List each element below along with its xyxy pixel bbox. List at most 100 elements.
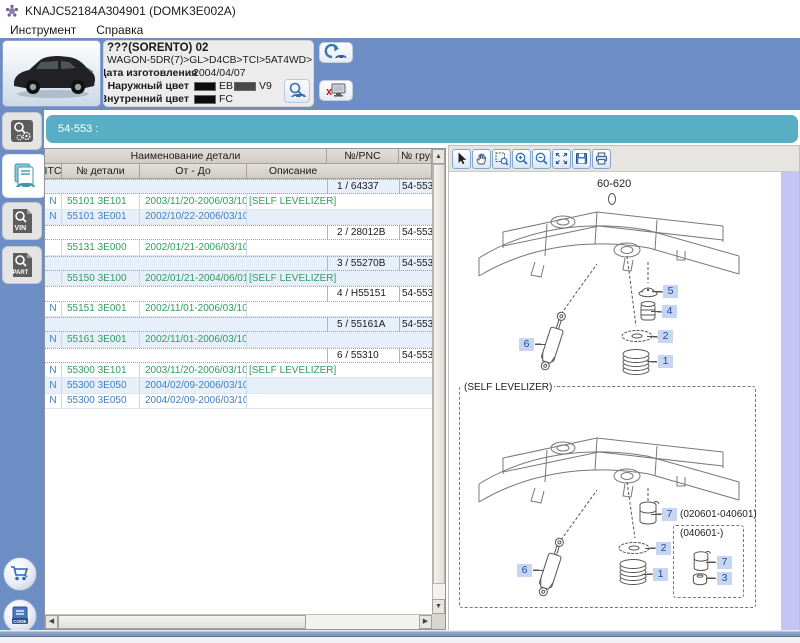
cell-group [399,332,432,346]
callout-1-bottom[interactable]: 1 [653,568,668,581]
cell-description [247,302,327,316]
header-part-no[interactable]: № детали [62,164,140,179]
cell-pnc: 1 / 64337 [327,180,399,193]
vehicle-photo-image [3,41,100,106]
table-row[interactable]: 1 / 64337 54-553 [45,179,432,194]
table-row[interactable]: 3 / 55270B 54-553 [45,256,432,271]
cart-icon [10,565,30,583]
save-tool-button[interactable] [572,149,591,169]
header-part-name[interactable]: Наименование детали [45,149,327,164]
header-group-no[interactable]: № груп [399,149,432,164]
header-from-to[interactable]: От - До [140,164,247,179]
cell-itc: N [45,302,62,316]
table-row[interactable]: 2 / 28012B 54-553 [45,225,432,240]
sidebar-tab-part-search[interactable]: PART [2,246,42,284]
cell-date-range: 2002/01/21-2004/06/01 [140,271,247,285]
callout-2[interactable]: 2 [658,330,673,343]
header-pnc[interactable]: №/PNC [327,149,399,164]
table-row[interactable]: N 55300 3E050 2004/02/09-2006/03/10 [45,394,432,409]
code-button[interactable]: CODE [3,599,37,633]
fit-screen-tool-button[interactable] [552,149,571,169]
table-header-row-2: ITC № детали От - До Описание [45,164,445,179]
vehicle-info-panel: ???(SORENTO) 02 WAGON-5DR(7)>GL>D4CB>TCI… [103,40,314,107]
table-row[interactable]: N 55151 3E001 2002/11/01-2006/03/10 [45,302,432,317]
diagram-canvas[interactable]: 60-620 5 4 2 1 6 (SELF LEVELIZER) 7 (020… [449,172,781,631]
table-scroll-up-button[interactable]: ▲ [432,149,445,164]
search-config-icon [9,118,35,144]
cell-group [399,394,432,408]
hscroll-right-arrow[interactable]: ▶ [419,615,432,629]
cell-description [247,378,327,392]
table-row[interactable]: N 55300 3E101 2003/11/20-2006/03/10 [SEL… [45,363,432,378]
table-row[interactable]: 5 / 55161A 54-553 [45,317,432,332]
hscroll-thumb[interactable] [58,615,306,629]
cell-description [247,210,327,224]
table-row[interactable]: 4 / H55151 54-553 [45,286,432,301]
exit-catalog-button[interactable]: x [319,80,353,101]
zoom-out-icon [534,151,549,166]
callout-6[interactable]: 6 [519,338,534,351]
hscroll-left-arrow[interactable]: ◀ [45,615,58,629]
color-search-button[interactable] [284,79,310,103]
menu-help[interactable]: Справка [86,23,153,37]
cell-description [247,257,327,270]
diagram-toolbar [449,146,799,172]
mfg-date-value: 2004/04/07 [193,67,246,80]
table-row[interactable]: N 55101 3E101 2003/11/20-2006/03/10 [SEL… [45,194,432,209]
zoom-out-tool-button[interactable] [532,149,551,169]
menu-tool[interactable]: Инструмент [0,23,86,37]
cell-group: 54-553 [399,349,432,362]
vehicle-header: ???(SORENTO) 02 WAGON-5DR(7)>GL>D4CB>TCI… [0,38,800,110]
cell-part-number: 55300 3E050 [62,378,140,392]
callout-3-inner[interactable]: 3 [717,572,732,585]
cell-description [247,349,327,362]
hscroll-track[interactable] [306,615,419,629]
cell-part-number [62,318,140,331]
table-vertical-scrollbar[interactable] [432,164,445,601]
header-description[interactable]: Описание [247,164,432,179]
callout-4[interactable]: 4 [662,305,677,318]
reselect-vehicle-button[interactable] [319,42,353,63]
cell-description [247,287,327,300]
callout-6-bottom[interactable]: 6 [517,564,532,577]
app-icon [5,4,19,18]
table-horizontal-scrollbar[interactable]: ◀ ▶ [45,614,432,629]
cell-part-number: 55300 3E101 [62,363,140,377]
table-vertical-scrollbar-thumb[interactable] [433,164,445,584]
cell-pnc: 4 / H55151 [327,287,399,300]
cell-date-range: 2002/10/22-2006/03/10 [140,210,247,224]
zoom-in-tool-button[interactable] [512,149,531,169]
cell-pnc [327,394,399,408]
section-tab-bar[interactable]: 54-553 : [46,115,798,143]
sidebar-tab-vin-search[interactable]: VIN [2,202,42,240]
vin-search-icon: VIN [9,207,35,235]
diagram-vertical-scrollbar[interactable] [781,172,799,631]
header-itc[interactable]: ITC [45,164,62,179]
sidebar-tab-search-config[interactable] [2,112,42,150]
pointer-icon [454,151,469,166]
callout-2-bottom[interactable]: 2 [656,542,671,555]
table-row[interactable]: N 55300 3E050 2004/02/09-2006/03/10 [45,378,432,393]
table-row[interactable]: 6 / 55310 54-553 [45,348,432,363]
callout-7-top[interactable]: 7 [662,508,677,521]
cell-date-range [140,287,247,300]
table-scroll-down-button[interactable]: ▼ [432,599,445,614]
table-row[interactable]: 55150 3E100 2002/01/21-2004/06/01 [SELF … [45,271,432,286]
sidebar-tab-catalog[interactable] [2,154,46,198]
zoom-area-tool-button[interactable] [492,149,511,169]
callout-5[interactable]: 5 [663,285,678,298]
table-row[interactable]: N 55101 3E001 2002/10/22-2006/03/10 [45,210,432,225]
table-row[interactable]: 55131 3E000 2002/01/21-2006/03/10 [45,240,432,255]
print-tool-button[interactable] [592,149,611,169]
cell-date-range: 2002/11/01-2006/03/10 [140,302,247,316]
callout-7-inner[interactable]: 7 [717,556,732,569]
table-row[interactable]: N 55161 3E001 2002/11/01-2006/03/10 [45,332,432,347]
callout-1[interactable]: 1 [658,355,673,368]
cell-pnc [327,363,399,377]
cell-group [399,302,432,316]
pan-tool-button[interactable] [472,149,491,169]
cart-button[interactable] [3,557,37,591]
pointer-tool-button[interactable] [452,149,471,169]
diagram-ref-label[interactable]: 60-620 [597,178,631,190]
range1-label: (020601-040601) [680,509,757,520]
